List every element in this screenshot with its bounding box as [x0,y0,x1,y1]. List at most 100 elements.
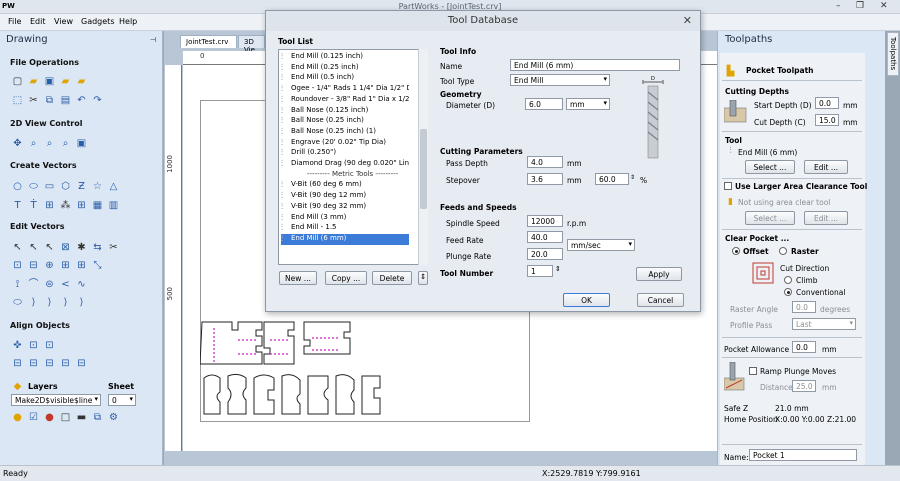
ok-button[interactable]: OK [563,293,610,307]
tool-list-item[interactable]: ⫶ V-Bit (90 deg 32 mm) [281,202,409,213]
layer-select[interactable]: Make2D$visible$line ▾ [11,394,101,406]
tool-list-scrollbar[interactable] [418,49,428,265]
table-icon[interactable]: ▥ [107,199,120,212]
spindle-speed-input[interactable]: 12000 [527,215,563,227]
group-icon[interactable]: ⊞ [59,259,72,272]
array-icon[interactable]: ⊞ [75,199,88,212]
join-icon[interactable]: ⟟ [11,278,24,291]
align-vertical-icon[interactable]: ⊡ [43,339,56,352]
tool-list-item[interactable]: ⫶ End Mill (0.125 inch) [281,52,409,63]
corner-icon[interactable]: ⟩ [59,296,72,309]
sheet-select[interactable]: 0 ▾ [108,394,136,406]
trim-icon[interactable]: < [59,278,72,291]
transform-icon[interactable]: ⊠ [59,241,72,254]
tool-list-item[interactable]: ⫶ V-Bit (60 deg 6 mm) [281,180,409,191]
align-center-icon[interactable]: ✜ [11,339,24,352]
minimize-icon[interactable]: – [836,1,841,11]
copy-tool-button[interactable]: Copy ... [325,271,367,285]
pass-depth-input[interactable]: 4.0 [527,156,563,168]
text-icon[interactable]: T [11,199,24,212]
scissor-icon[interactable]: ✂ [107,241,120,254]
start-depth-input[interactable]: 0.0 [815,97,839,109]
node-add-icon[interactable]: ↖ [27,241,40,254]
raster-angle-input[interactable]: 0.0 [792,301,816,313]
zoom-fit-icon[interactable]: ⌕ [59,137,72,150]
mirror-icon[interactable]: ⇆ [91,241,104,254]
tool-list-item[interactable]: ⫶ V-Bit (90 deg 12 mm) [281,191,409,202]
cancel-button[interactable]: Cancel [637,293,684,307]
pocket-allowance-input[interactable]: 0.0 [792,341,816,353]
menu-view[interactable]: View [54,17,73,26]
node-move-icon[interactable]: ↖ [43,241,56,254]
maximize-icon[interactable]: ❐ [856,1,864,11]
undo-icon[interactable]: ↶ [75,94,88,107]
align-horizontal-icon[interactable]: ⊡ [27,339,40,352]
smooth-icon[interactable]: ⬭ [11,296,24,309]
stepover-spinner[interactable]: ⇕ [630,174,635,181]
save-icon[interactable]: ▣ [43,75,56,88]
folder-icon[interactable]: ▰ [75,75,88,88]
intersect-icon[interactable]: ⊕ [43,259,56,272]
tool-list-item[interactable]: ⫶ End Mill (0.5 inch) [281,73,409,84]
delete-tool-button[interactable]: Delete [372,271,412,285]
tool-list-item[interactable]: ⫶ Ball Nose (0.25 inch) (1) [281,127,409,138]
square-icon[interactable]: □ [59,411,72,424]
ramp-checkbox[interactable] [749,367,757,375]
tool-list-item[interactable]: ⫶ End Mill (6 mm) [281,233,409,245]
menu-edit[interactable]: Edit [30,17,46,26]
align-bottom-icon[interactable]: ⊟ [59,357,72,370]
select-area-tool-button[interactable]: Select ... [745,211,795,225]
polygon-icon[interactable]: ⬡ [59,180,72,193]
new-tool-button[interactable]: New ... [279,271,317,285]
close-icon[interactable]: ✕ [880,1,888,11]
import-icon[interactable]: ▰ [59,75,72,88]
tool-number-input[interactable]: 1 [527,265,553,277]
tool-name-input[interactable]: End Mill (6 mm) [510,59,680,71]
node-grid-icon[interactable]: ⁂ [59,199,72,212]
curve-icon[interactable]: ∿ [75,278,88,291]
tab-jointtest[interactable]: JointTest.crv [180,35,237,48]
bracket-left-icon[interactable]: ⟩ [27,296,40,309]
tool-list-item[interactable]: ⫶ End Mill - 1.5 [281,223,409,234]
tool-list-item[interactable]: ⫶ Ball Nose (0.125 inch) [281,106,409,117]
cut-icon[interactable]: ✂ [27,94,40,107]
subtract-icon[interactable]: ⊟ [27,259,40,272]
line-color-icon[interactable]: ▬ [75,411,88,424]
tool-list-item[interactable]: ⫶ Ogee - 1/4" Rads 1 1/4" Dia 1/2" Deep [281,84,409,95]
tool-list-item[interactable]: ⫶ Diamond Drag (90 deg 0.020" Line Width) [281,159,409,170]
extend-icon[interactable]: ⟩ [75,296,88,309]
edit-area-tool-button[interactable]: Edit ... [804,211,848,225]
raster-radio[interactable] [779,247,787,255]
dovetail-icon[interactable]: ▦ [91,199,104,212]
tool-list-item[interactable]: ⫶ Roundover - 3/8" Rad 1" Dia x 1/2" Deep [281,95,409,106]
dimension-icon[interactable]: ⊞ [43,199,56,212]
menu-help[interactable]: Help [119,17,137,26]
climb-radio[interactable] [784,276,792,284]
larger-area-checkbox[interactable] [724,182,732,190]
view-3d-icon[interactable]: ▣ [75,137,88,150]
fillet-icon[interactable]: ⌒ [27,278,40,291]
tool-number-spinner[interactable]: ⇕ [555,265,561,273]
stepover-input[interactable]: 3.6 [527,173,563,185]
open-folder-icon[interactable]: ▰ [27,75,40,88]
new-file-icon[interactable]: ▢ [11,75,24,88]
pin-icon[interactable]: ⊣ [150,36,156,44]
tool-list-item[interactable]: ⫶ End Mill (3 mm) [281,213,409,224]
align-left-icon[interactable]: ⊟ [11,357,24,370]
select-tool-button[interactable]: Select ... [745,160,795,174]
zoom-icon[interactable]: ⌕ [27,137,40,150]
edit-tool-button[interactable]: Edit ... [804,160,848,174]
align-right-icon[interactable]: ⊟ [27,357,40,370]
tool-list-item[interactable]: ⫶ Drill (0.250") [281,148,409,159]
tool-list-item[interactable]: ⫶ Ball Nose (0.25 inch) [281,116,409,127]
offset-radio[interactable] [732,247,740,255]
distribute-icon[interactable]: ⊟ [75,357,88,370]
copy-icon[interactable]: ⧉ [43,94,56,107]
text-on-curve-icon[interactable]: Ṫ [27,199,40,212]
toolpaths-side-tab[interactable]: Toolpaths [887,32,899,76]
distance-input[interactable]: 25.0 [792,380,816,392]
feed-unit-select[interactable]: mm/sec ▾ [567,239,635,251]
bracket-right-icon[interactable]: ⟩ [43,296,56,309]
tool-list-item[interactable]: ⫶ Engrave (20' 0.02" Tip Dia) [281,138,409,149]
redo-icon[interactable]: ↷ [91,94,104,107]
